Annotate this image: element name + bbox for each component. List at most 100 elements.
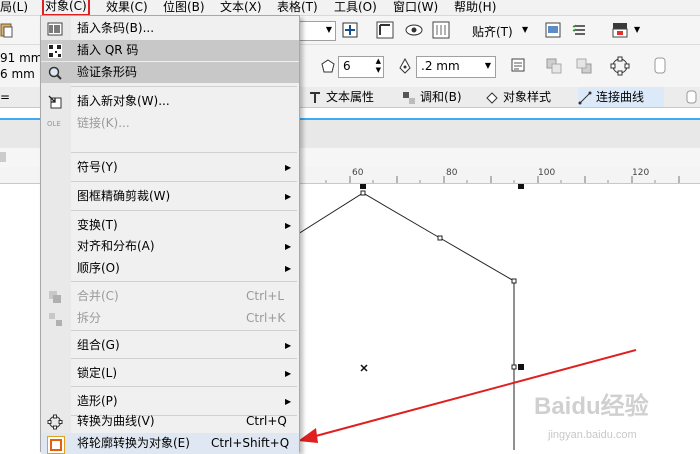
- menu-item-label: 造形(P): [77, 394, 118, 408]
- menu-separator: [71, 386, 297, 387]
- submenu-arrow-icon: ▶: [285, 221, 292, 230]
- menu-tools[interactable]: 工具(O): [334, 0, 377, 15]
- menu-item-shaping[interactable]: 造形(P) ▶: [41, 391, 299, 412]
- selection-handle[interactable]: [518, 364, 524, 370]
- tab-blend-label: 调和(B): [420, 90, 462, 104]
- full-screen-icon[interactable]: [342, 22, 358, 38]
- stepper-icon[interactable]: ▲ ▼: [376, 57, 381, 75]
- menu-item-label: 对齐和分布(A): [77, 239, 155, 253]
- menu-item-verify-barcode[interactable]: 验证条形码: [41, 62, 299, 83]
- node-handle[interactable]: [511, 278, 517, 284]
- menu-item-shortcut: Ctrl+Shift+Q: [211, 436, 290, 450]
- menu-item-powerclip[interactable]: 图框精确剪裁(W) ▶: [41, 186, 299, 207]
- menu-text[interactable]: 文本(X): [220, 0, 262, 15]
- page-icon[interactable]: [652, 57, 668, 75]
- menu-item-label: 拆分: [77, 311, 102, 325]
- menu-separator: [71, 358, 297, 359]
- tab-blend[interactable]: 调和(B): [402, 87, 462, 107]
- menu-item-label: 图框精确剪裁(W): [77, 189, 171, 203]
- menu-item-lock[interactable]: 锁定(L) ▶: [41, 363, 299, 384]
- submenu-arrow-icon: ▶: [285, 163, 292, 172]
- submenu-arrow-icon: ▶: [285, 397, 292, 406]
- coord-y-value[interactable]: 6 mm: [0, 67, 35, 81]
- zoom-dropdown[interactable]: ▼: [298, 21, 336, 41]
- submenu-arrow-icon: ▶: [285, 192, 292, 201]
- menu-item-links: OLE 链接(K)...: [41, 113, 299, 134]
- menu-item-label: 插入新对象(W)...: [77, 94, 170, 108]
- tab-text-properties[interactable]: 文本属性: [308, 87, 374, 107]
- menu-item-group[interactable]: 组合(G) ▶: [41, 335, 299, 356]
- menu-item-symbol[interactable]: 符号(Y) ▶: [41, 157, 299, 178]
- polygon-sides-input[interactable]: 6 ▲ ▼: [338, 56, 384, 78]
- menu-item-label: 符号(Y): [77, 160, 118, 174]
- tab-text-properties-label: 文本属性: [326, 90, 375, 104]
- view-eye-icon[interactable]: [404, 22, 424, 38]
- menu-item-label: 将轮廓转换为对象(E): [77, 436, 190, 450]
- menu-item-order[interactable]: 顺序(O) ▶: [41, 258, 299, 279]
- menu-item-insert-barcode[interactable]: 插入条码(B)...: [41, 18, 299, 39]
- tab-edge-left[interactable]: =: [0, 87, 10, 107]
- menu-item-break-apart: 拆分 Ctrl+K: [41, 308, 299, 329]
- to-back-icon[interactable]: [575, 57, 593, 75]
- menu-item-align-distribute[interactable]: 对齐和分布(A) ▶: [41, 236, 299, 257]
- polygon-sides-value: 6: [343, 59, 351, 73]
- node-handle[interactable]: [437, 235, 443, 241]
- paste-icon[interactable]: [0, 22, 14, 38]
- options-list-icon[interactable]: [572, 22, 588, 38]
- menu-item-outline-to-object[interactable]: 将轮廓转换为对象(E) Ctrl+Shift+Q: [41, 433, 299, 454]
- submenu-arrow-icon: ▶: [285, 264, 292, 273]
- text-properties-icon: [310, 91, 320, 103]
- barcode-icon: [47, 22, 63, 36]
- tab-object-styles-label: 对象样式: [503, 90, 552, 104]
- combine-icon: [49, 291, 61, 303]
- menu-item-label: 转换为曲线(V): [77, 414, 155, 428]
- snap-grid-icon[interactable]: [432, 21, 450, 39]
- menu-object[interactable]: 对象(C): [42, 0, 90, 16]
- wrap-text-icon[interactable]: [510, 57, 528, 75]
- menu-help[interactable]: 帮助(H): [454, 0, 496, 15]
- menu-item-label: 插入条码(B)...: [77, 21, 155, 35]
- tab-connector-curves[interactable]: 连接曲线: [578, 87, 665, 107]
- connector-icon: [578, 91, 592, 104]
- welcome-screen-icon[interactable]: [545, 22, 561, 38]
- menu-item-label: 插入 QR 码: [77, 43, 139, 57]
- convert-to-curves-icon[interactable]: [610, 56, 630, 76]
- ruler-origin[interactable]: [0, 152, 6, 162]
- menu-window[interactable]: 窗口(W): [393, 0, 438, 15]
- launcher-icon[interactable]: [612, 22, 628, 38]
- menu-item-label: 链接(K)...: [77, 116, 130, 130]
- outline-pen-icon: [399, 58, 411, 74]
- menu-separator: [71, 181, 297, 182]
- center-x-marker[interactable]: [360, 364, 368, 372]
- docker-page-icon[interactable]: [684, 90, 698, 104]
- menu-item-convert-to-curves[interactable]: 转换为曲线(V) Ctrl+Q: [41, 411, 299, 432]
- node-handle[interactable]: [360, 190, 366, 196]
- watermark-brand: Baidu经验: [534, 392, 649, 420]
- snap-to-label[interactable]: 贴齐(T): [472, 23, 513, 40]
- object-styles-icon: [486, 91, 498, 104]
- outline-width-dropdown[interactable]: .2 mm ▼: [416, 56, 496, 78]
- launcher-chevron-icon[interactable]: ▼: [634, 25, 640, 34]
- menu-item-insert-qr[interactable]: 插入 QR 码: [41, 40, 299, 61]
- menu-table[interactable]: 表格(T): [277, 0, 318, 15]
- coord-x-value[interactable]: 91 mm: [0, 51, 42, 65]
- outline-to-object-icon: [47, 436, 65, 454]
- menu-item-insert-new-object[interactable]: 插入新对象(W)...: [41, 91, 299, 112]
- tab-object-styles[interactable]: 对象样式: [485, 87, 551, 107]
- rulers-icon[interactable]: [376, 21, 394, 39]
- chevron-down-icon[interactable]: ▼: [522, 25, 528, 34]
- qr-code-icon: [48, 44, 62, 58]
- menu-item-transform[interactable]: 变换(T) ▶: [41, 215, 299, 236]
- to-front-icon[interactable]: [545, 57, 563, 75]
- menu-separator: [71, 281, 297, 282]
- outline-chevron-icon: ▼: [484, 61, 491, 70]
- polygon-sides-icon: [321, 59, 335, 73]
- selection-handle[interactable]: [360, 184, 366, 189]
- selection-handle[interactable]: [518, 184, 524, 189]
- menu-bitmaps[interactable]: 位图(B): [163, 0, 205, 15]
- menu-effects[interactable]: 效果(C): [106, 0, 148, 15]
- menu-layout[interactable]: 局(L): [0, 0, 28, 15]
- watermark-url: jingyan.baidu.com: [547, 429, 637, 441]
- node-handle[interactable]: [511, 364, 517, 370]
- outline-width-value: .2 mm: [421, 59, 460, 73]
